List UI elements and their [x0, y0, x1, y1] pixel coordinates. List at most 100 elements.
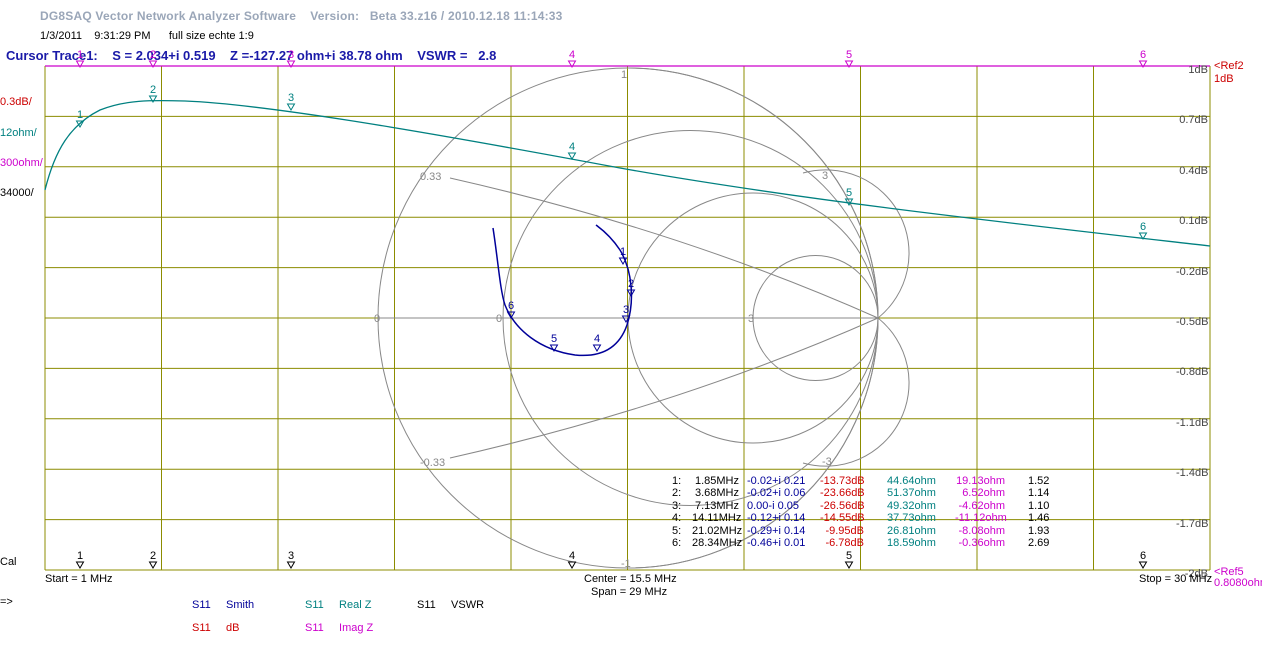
cal-label[interactable]: Cal [0, 556, 17, 568]
marker-table-cell: -13.73dB [820, 475, 865, 487]
smith-grid-label: 0.33 [420, 171, 441, 183]
marker-label: 5 [551, 333, 557, 345]
top-marker-5[interactable]: 5 [844, 49, 854, 68]
span-freq[interactable]: Span = 29 MHz [591, 586, 667, 598]
legend-imagz-name: Imag Z [339, 622, 374, 634]
legend-vswr[interactable]: S11 VSWR [417, 599, 484, 611]
marker-label: 6 [508, 300, 514, 312]
marker-label: 6 [1140, 550, 1146, 562]
marker-table-cell: 7.13MHz [694, 499, 739, 512]
marker-table-cell: -0.02+i 0.21 [747, 475, 806, 487]
smith-grid-label: 3 [748, 313, 754, 325]
marker-label: 6 [1140, 49, 1146, 61]
legend-db-param: S11 [192, 622, 211, 634]
legend-db-name: dB [226, 622, 240, 634]
stop-freq[interactable]: Stop = 30 MHz [1139, 573, 1212, 585]
bottom-marker-1[interactable]: 1 [75, 550, 85, 569]
marker-table-cell: -14.55dB [820, 512, 865, 525]
realz-marker-2[interactable]: 2 [148, 84, 158, 103]
bottom-marker-5[interactable]: 5 [844, 550, 854, 569]
marker-table-cell: 0.00-i 0.05 [747, 499, 799, 512]
legend-imagz[interactable]: S11 Imag Z [305, 622, 373, 634]
legend-vswr-param: S11 [417, 599, 436, 611]
right-axis-tick: 0.4dB [1179, 164, 1208, 177]
marker-table-cell: 3: [672, 499, 682, 512]
smith-marker-4[interactable]: 4 [592, 333, 602, 352]
bottom-marker-3[interactable]: 3 [286, 550, 296, 569]
marker-triangle-icon [286, 561, 296, 569]
bottom-marker-4[interactable]: 4 [567, 550, 577, 569]
realz-marker-1[interactable]: 1 [75, 109, 85, 128]
marker-table-cell: -6.78dB [825, 536, 864, 549]
marker-label: 2 [628, 278, 634, 290]
top-marker-6[interactable]: 6 [1138, 49, 1148, 68]
plot-area[interactable]: 0.33 3 0 0 3 -0.33 -3 1 -1 1 2 3 4 5 6 1 2 3 4 5 6 1 2 3 4 5 6 1 2 3… [0, 0, 1262, 651]
smith-grid-label: 0 [496, 313, 502, 325]
marker-triangle-icon [567, 561, 577, 569]
right-axis-tick: -1.1dB [1176, 416, 1209, 429]
top-marker-3[interactable]: 3 [286, 49, 296, 68]
smith-grid-label: 0 [374, 313, 380, 325]
marker-label: 6 [1140, 221, 1146, 233]
right-axis-tick: 0.1dB [1179, 215, 1208, 228]
marker-table-cell: -4.62ohm [958, 499, 1005, 512]
legend-realz-param: S11 [305, 599, 324, 611]
smith-grid-label: -3 [822, 456, 832, 468]
marker-label: 4 [569, 141, 575, 153]
arrow-label: => [0, 596, 13, 608]
marker-table-cell: 5: [672, 524, 682, 537]
marker-triangle-icon [592, 344, 602, 352]
realz-marker-3[interactable]: 3 [286, 92, 296, 111]
center-freq[interactable]: Center = 15.5 MHz [584, 573, 677, 585]
top-marker-2[interactable]: 2 [148, 49, 158, 68]
legend-imagz-param: S11 [305, 622, 324, 634]
start-freq[interactable]: Start = 1 MHz [45, 573, 113, 585]
top-marker-1[interactable]: 1 [75, 49, 85, 68]
marker-label: 5 [846, 550, 852, 562]
bottom-marker-2[interactable]: 2 [148, 550, 158, 569]
legend-vswr-name: VSWR [451, 599, 485, 611]
smith-grid-label: 3 [822, 170, 828, 182]
marker-label: 4 [594, 333, 600, 345]
marker-table-cell: -9.95dB [825, 524, 864, 537]
marker-table-cell: 1.10 [1028, 499, 1050, 512]
marker-table-cell: -8.08ohm [958, 524, 1005, 537]
ref-label-text: Ref2 [1220, 60, 1244, 72]
smith-x3-arc [802, 169, 910, 319]
marker-table-cell: 51.37ohm [887, 487, 936, 500]
right-axis-tick: -0.8dB [1176, 366, 1209, 379]
marker-table-cell: -26.56dB [820, 499, 865, 512]
marker-table-cell: -11.12ohm [955, 512, 1007, 525]
marker-table-cell: -0.02+i 0.06 [747, 487, 806, 500]
marker-label: 5 [846, 49, 852, 61]
marker-triangle-icon [148, 561, 158, 569]
right-axis-tick: 1dB [1188, 64, 1208, 76]
realz-marker-4[interactable]: 4 [567, 141, 577, 160]
marker-label: 3 [288, 49, 294, 61]
marker-table-cell: 1.85MHz [694, 475, 739, 487]
top-marker-4[interactable]: 4 [567, 49, 577, 68]
marker-table-cell: -0.36ohm [958, 536, 1005, 549]
marker-table-cell: 6: [672, 536, 682, 549]
marker-label: 4 [569, 49, 575, 61]
marker-label: 3 [288, 92, 294, 104]
right-axis-tick: -1.4dB [1176, 467, 1209, 480]
legend-smith[interactable]: S11 Smith [192, 599, 254, 611]
bottom-marker-6[interactable]: 6 [1138, 550, 1148, 569]
smith-x033-arc [449, 177, 879, 319]
legend-realz[interactable]: S11 Real Z [305, 599, 371, 611]
realz-marker-6[interactable]: 6 [1138, 221, 1148, 240]
smith-trace [492, 224, 633, 357]
marker-table-cell: 49.32ohm [887, 499, 936, 512]
marker-label: 1 [77, 550, 83, 562]
right-axis-tick: -0.2dB [1176, 265, 1209, 278]
marker-table-cell: 2.69 [1028, 536, 1050, 549]
marker-table-cell: -0.46+i 0.01 [747, 536, 806, 549]
right-axis-tick: -1.7dB [1176, 517, 1209, 530]
marker-table-cell: 19.13ohm [956, 475, 1005, 487]
legend-db[interactable]: S11 dB [192, 622, 240, 634]
marker-triangle-icon [1138, 561, 1148, 569]
marker-triangle-icon [844, 561, 854, 569]
marker-table-cell: 1.52 [1028, 475, 1050, 487]
right-axis-tick: 0.7dB [1179, 114, 1208, 127]
